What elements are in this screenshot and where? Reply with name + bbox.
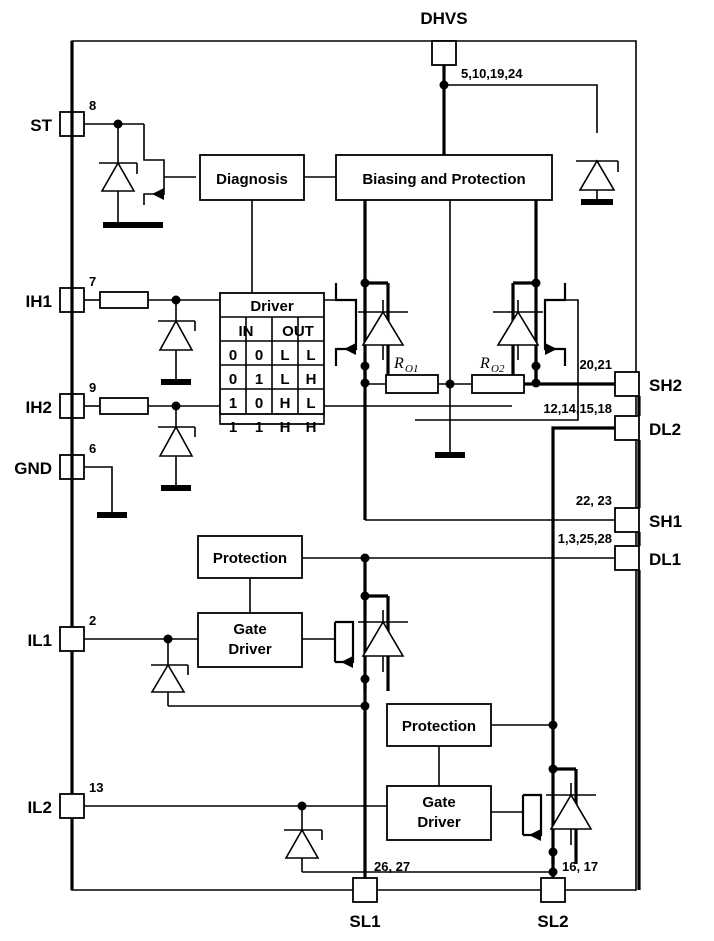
pin-dhvs-label: DHVS xyxy=(420,9,467,28)
mosfet-st-opendrain xyxy=(133,124,196,228)
driver-table-header-out: OUT xyxy=(282,323,314,340)
junction-sl2-node xyxy=(548,867,558,877)
esd-zener-il2 xyxy=(284,806,323,872)
cell: 1 xyxy=(229,419,237,436)
block-protection-2-label: Protection xyxy=(402,718,476,735)
pin-sl2-label: SL2 xyxy=(537,912,568,931)
pin-dl1-label: DL1 xyxy=(649,550,681,569)
cell: L xyxy=(306,395,315,412)
block-gate-driver-2-label-line2: Driver xyxy=(417,814,461,831)
cell: 1 xyxy=(255,419,263,436)
block-protection-1[interactable]: Protection xyxy=(197,535,303,579)
resistor-ro1: R O1 xyxy=(385,355,439,394)
esd-zener-st xyxy=(99,124,138,228)
cell: H xyxy=(306,371,317,388)
pin-sh2-number: 20,21 xyxy=(579,357,612,372)
wire-dl2-down xyxy=(551,426,615,712)
table-row: 1 1 H H xyxy=(229,419,317,436)
resistor-ro1-sub: O1 xyxy=(405,363,418,375)
pin-sl2-number: 16, 17 xyxy=(562,859,598,874)
pin-ih2-number: 9 xyxy=(89,380,96,395)
pin-dl2-label: DL2 xyxy=(649,420,681,439)
block-gate-driver-2-label-line1: Gate xyxy=(422,794,455,811)
pin-gnd[interactable]: GND 6 xyxy=(14,441,96,480)
resistor-ih1 xyxy=(99,291,149,309)
pin-ih2[interactable]: IH2 9 xyxy=(26,380,97,419)
cell: 0 xyxy=(255,347,263,364)
block-gate-driver-1-label-line1: Gate xyxy=(233,621,266,638)
wire-driver-out-1 xyxy=(324,283,337,301)
resistor-ro2-label: R xyxy=(479,355,490,372)
mosfet-ls1 xyxy=(333,591,408,691)
pin-il1-number: 2 xyxy=(89,613,96,628)
pin-ih1[interactable]: IH1 7 xyxy=(26,274,97,313)
pin-sl1-number: 26, 27 xyxy=(374,859,410,874)
block-diagram: DHVS 5,10,19,24 ST 8 Diagnosis Biasing a… xyxy=(0,0,714,941)
pin-il2-label: IL2 xyxy=(27,798,52,817)
pin-st[interactable]: ST 8 xyxy=(30,98,96,137)
pin-il1[interactable]: IL1 2 xyxy=(27,613,96,652)
block-diagnosis-label: Diagnosis xyxy=(216,171,288,188)
cell: L xyxy=(280,371,289,388)
ground-gnd-pin xyxy=(97,512,127,518)
driver-table-title: Driver xyxy=(250,298,294,315)
pin-sh1-label: SH1 xyxy=(649,512,682,531)
block-protection-2[interactable]: Protection xyxy=(386,703,492,747)
block-gate-driver-1[interactable]: Gate Driver xyxy=(197,612,303,668)
pin-st-number: 8 xyxy=(89,98,96,113)
pin-sh2[interactable]: SH2 20,21 xyxy=(579,357,682,397)
pin-gnd-label: GND xyxy=(14,459,52,478)
esd-zener-dhvs xyxy=(576,159,619,205)
pin-dl2-number: 12,14,15,18 xyxy=(543,401,612,416)
cell: H xyxy=(280,419,291,436)
pin-sh1[interactable]: SH1 22, 23 xyxy=(576,493,682,533)
pin-dhvs[interactable]: DHVS 5,10,19,24 xyxy=(420,9,598,155)
pin-ih1-number: 7 xyxy=(89,274,96,289)
esd-zener-il1 xyxy=(150,639,189,706)
cell: 0 xyxy=(229,371,237,388)
pin-dl1[interactable]: DL1 1,3,25,28 xyxy=(558,531,681,571)
pin-ih1-label: IH1 xyxy=(26,292,52,311)
pin-sl1[interactable]: SL1 26, 27 xyxy=(349,859,410,931)
pin-sh1-number: 22, 23 xyxy=(576,493,612,508)
cell: H xyxy=(306,419,317,436)
block-gate-driver-1-label-line2: Driver xyxy=(228,641,272,658)
pin-sh2-label: SH2 xyxy=(649,376,682,395)
block-biasing-label: Biasing and Protection xyxy=(362,171,525,188)
pin-il1-label: IL1 xyxy=(27,631,52,650)
cell: L xyxy=(280,347,289,364)
driver-table-header-in: IN xyxy=(239,323,254,340)
block-diagnosis[interactable]: Diagnosis xyxy=(199,154,305,201)
block-biasing-protection[interactable]: Biasing and Protection xyxy=(335,154,553,201)
cell: 0 xyxy=(255,395,263,412)
junction-ro-mid xyxy=(445,379,455,389)
pin-gnd-number: 6 xyxy=(89,441,96,456)
pin-dl1-number: 1,3,25,28 xyxy=(558,531,612,546)
cell: 0 xyxy=(229,347,237,364)
resistor-ro2: R O2 xyxy=(471,355,525,394)
pin-st-label: ST xyxy=(30,116,52,135)
esd-zener-ih2 xyxy=(158,406,196,491)
pin-dhvs-number: 5,10,19,24 xyxy=(461,66,523,81)
pin-sl2[interactable]: SL2 16, 17 xyxy=(537,859,598,931)
resistor-ro2-sub: O2 xyxy=(491,363,505,375)
cell: 1 xyxy=(229,395,237,412)
cell: L xyxy=(306,347,315,364)
mosfet-ls2 xyxy=(521,764,596,864)
cell: 1 xyxy=(255,371,263,388)
pin-il2[interactable]: IL2 13 xyxy=(27,780,103,819)
wire-gnd xyxy=(84,466,113,512)
pin-ih2-label: IH2 xyxy=(26,398,52,417)
driver-truth-table[interactable]: Driver IN OUT 0 0 L L 0 1 L H 1 0 H L 1 … xyxy=(219,292,325,436)
pin-il2-number: 13 xyxy=(89,780,103,795)
resistor-ro1-label: R xyxy=(393,355,404,372)
schematic-canvas: DHVS 5,10,19,24 ST 8 Diagnosis Biasing a… xyxy=(14,9,682,931)
block-protection-1-label: Protection xyxy=(213,550,287,567)
ground-center xyxy=(435,452,465,458)
block-gate-driver-2[interactable]: Gate Driver xyxy=(386,785,492,841)
cell: H xyxy=(280,395,291,412)
resistor-ih2 xyxy=(99,397,149,415)
esd-zener-ih1 xyxy=(158,300,196,385)
pin-sl1-label: SL1 xyxy=(349,912,380,931)
